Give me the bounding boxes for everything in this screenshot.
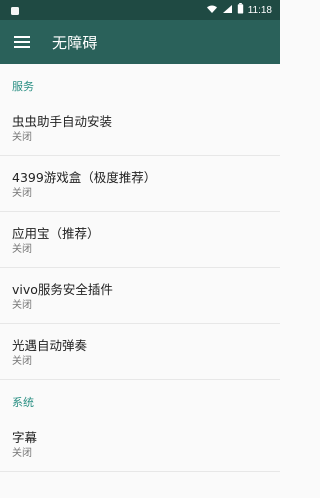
notification-icon bbox=[10, 1, 20, 20]
status-right: 11:18 bbox=[206, 3, 272, 17]
list-item-title: 应用宝（推荐） bbox=[12, 226, 100, 241]
list-item-guangyu-auto-play[interactable]: 光遇自动弹奏 关闭 bbox=[0, 324, 280, 380]
list-item-4399-game-box[interactable]: 4399游戏盒（极度推荐） 关闭 bbox=[0, 156, 280, 212]
signal-icon bbox=[222, 4, 233, 17]
accessibility-list: 服务 虫虫助手自动安装 关闭 4399游戏盒（极度推荐） 关闭 应用宝（推荐） … bbox=[0, 64, 280, 498]
battery-icon bbox=[237, 3, 244, 17]
list-item-status: 关闭 bbox=[12, 188, 32, 199]
list-item-yingyongbao[interactable]: 应用宝（推荐） 关闭 bbox=[0, 212, 280, 268]
status-bar: 11:18 bbox=[0, 0, 280, 20]
list-item-status: 关闭 bbox=[12, 300, 32, 311]
menu-icon[interactable] bbox=[14, 34, 30, 50]
status-left bbox=[10, 1, 20, 20]
list-item-captions[interactable]: 字幕 关闭 bbox=[0, 416, 280, 472]
list-item-status: 关闭 bbox=[12, 244, 32, 255]
wifi-icon bbox=[206, 4, 218, 17]
list-item-title: vivo服务安全插件 bbox=[12, 282, 113, 297]
page-title: 无障碍 bbox=[52, 33, 98, 52]
list-item-status: 关闭 bbox=[12, 356, 32, 367]
list-item-title: 光遇自动弹奏 bbox=[12, 338, 88, 353]
list-item-status: 关闭 bbox=[12, 448, 32, 459]
list-item-title: 字幕 bbox=[12, 430, 38, 445]
app-bar: 无障碍 bbox=[0, 20, 280, 64]
status-time: 11:18 bbox=[247, 4, 272, 16]
section-header-services: 服务 bbox=[12, 80, 34, 93]
section-header-system: 系统 bbox=[12, 396, 34, 409]
list-item-title: 4399游戏盒（极度推荐） bbox=[12, 170, 157, 185]
list-item-chongchong-auto-install[interactable]: 虫虫助手自动安装 关闭 bbox=[0, 100, 280, 156]
list-item-vivo-service-security-plugin[interactable]: vivo服务安全插件 关闭 bbox=[0, 268, 280, 324]
list-item-title: 虫虫助手自动安装 bbox=[12, 114, 113, 129]
list-item-status: 关闭 bbox=[12, 132, 32, 143]
